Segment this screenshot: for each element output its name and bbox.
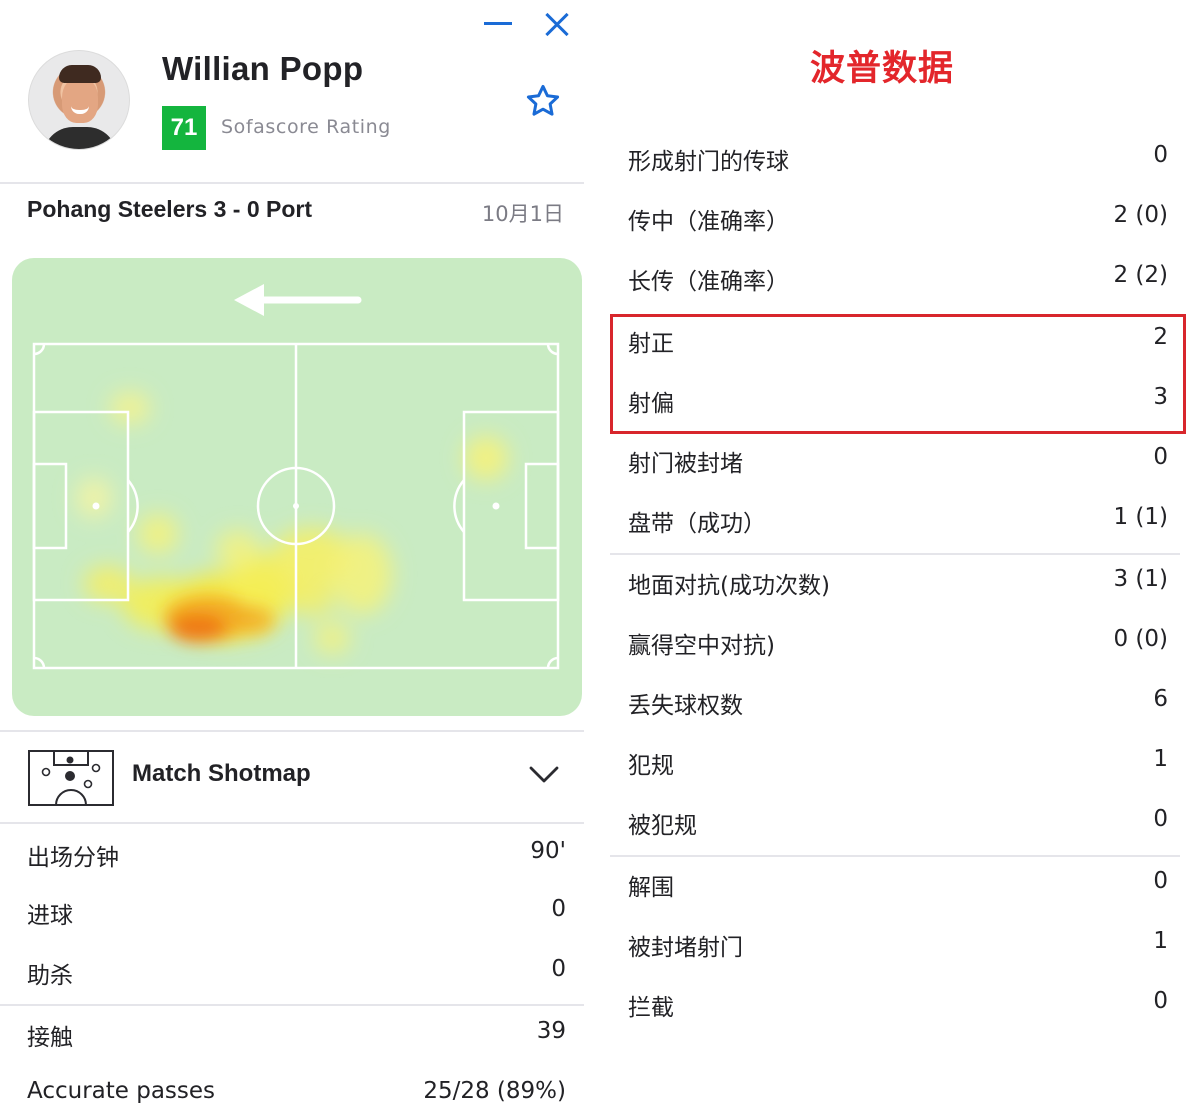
stat-row-key-passes: 形成射门的传球 0 [584, 130, 1200, 190]
stat-value: 90' [530, 838, 566, 864]
stat-value: 6 [1153, 686, 1168, 712]
star-icon[interactable] [524, 82, 562, 120]
stat-row-shots-off-target: 射偏 3 [584, 372, 1200, 432]
rating-label: Sofascore Rating [221, 116, 391, 138]
stat-row-touches: 接触 39 [0, 1004, 584, 1062]
stat-row-shots-blocked: 射门被封堵 0 [584, 432, 1200, 492]
panel-title: 波普数据 [809, 49, 954, 89]
stat-row-crosses: 传中（准确率） 2 (0) [584, 190, 1200, 250]
stat-label: 犯规 [628, 753, 674, 779]
stat-label: 射门被封堵 [628, 451, 743, 477]
stat-label: 助杀 [27, 963, 73, 989]
stat-label: 拦截 [628, 995, 674, 1021]
stat-row-shots-on-target: 射正 2 [584, 312, 1200, 372]
stat-value: 3 [1153, 384, 1168, 410]
stat-label: 解围 [628, 875, 674, 901]
stat-value: 0 [1153, 806, 1168, 832]
stat-label: 盘带（成功） [628, 511, 766, 537]
stat-row-possession-lost: 丢失球权数 6 [584, 674, 1200, 734]
stat-label: 进球 [27, 903, 73, 929]
stat-value: 0 [1153, 444, 1168, 470]
shotmap-icon [28, 750, 114, 806]
heatmap [12, 258, 582, 716]
stat-row-assists: 助杀 0 [0, 942, 584, 1000]
stat-label: 被犯规 [628, 813, 697, 839]
stat-label: 被封堵射门 [628, 935, 743, 961]
match-date: 10月1日 [481, 202, 564, 226]
stat-label: 丢失球权数 [628, 693, 743, 719]
stat-row-aerial-duels: 赢得空中对抗) 0 (0) [584, 614, 1200, 674]
match-shotmap-toggle[interactable]: Match Shotmap [0, 736, 584, 822]
stat-row-fouls: 犯规 1 [584, 734, 1200, 794]
stat-label: 出场分钟 [27, 845, 119, 871]
stat-row-was-fouled: 被犯规 0 [584, 794, 1200, 854]
divider [0, 730, 584, 732]
chevron-down-icon[interactable] [528, 762, 560, 786]
stat-value: 0 [551, 896, 566, 922]
player-card-panel: Willian Popp 71 Sofascore Rating Pohang … [0, 0, 584, 1108]
stat-row-dribbles: 盘带（成功） 1 (1) [584, 492, 1200, 552]
stat-value: 2 (0) [1113, 202, 1168, 228]
stat-label: 射偏 [628, 391, 674, 417]
stat-row-minutes-played: 出场分钟 90' [0, 824, 584, 882]
stat-row-ground-duels: 地面对抗(成功次数) 3 (1) [584, 554, 1200, 614]
stat-value: 25/28 (89%) [423, 1078, 566, 1104]
stat-value: 2 [1153, 324, 1168, 350]
stat-value: 0 [1153, 988, 1168, 1014]
player-avatar [28, 50, 130, 150]
stat-row-clearances: 解围 0 [584, 856, 1200, 916]
shotmap-label: Match Shotmap [132, 760, 311, 787]
stat-label: 接触 [27, 1025, 73, 1051]
close-icon[interactable] [540, 8, 574, 42]
stat-value: 3 (1) [1113, 566, 1168, 592]
stat-value: 39 [536, 1018, 566, 1044]
rating-badge: 71 [162, 106, 206, 150]
stat-row-long-balls: 长传（准确率） 2 (2) [584, 250, 1200, 310]
stat-label: Accurate passes [27, 1078, 216, 1104]
stat-row-blocked-shots: 被封堵射门 1 [584, 916, 1200, 976]
stat-value: 2 (2) [1113, 262, 1168, 288]
stat-label: 射正 [628, 331, 674, 357]
player-name: Willian Popp [162, 50, 364, 87]
stat-label: 传中（准确率） [628, 209, 789, 235]
stat-label: 地面对抗(成功次数) [628, 573, 830, 599]
stat-value: 1 [1153, 746, 1168, 772]
minimize-icon[interactable] [484, 22, 514, 26]
stat-row-goals: 进球 0 [0, 882, 584, 940]
divider [0, 182, 584, 184]
stat-value: 1 [1153, 928, 1168, 954]
stat-value: 0 [551, 956, 566, 982]
match-title[interactable]: Pohang Steelers 3 - 0 Port [27, 196, 312, 223]
stat-value: 0 [1153, 868, 1168, 894]
stat-value: 0 [1153, 142, 1168, 168]
stat-value: 1 (1) [1113, 504, 1168, 530]
stat-row-accurate-passes: Accurate passes 25/28 (89%) [0, 1064, 584, 1108]
stat-label: 赢得空中对抗) [628, 633, 775, 659]
stat-value: 0 (0) [1113, 626, 1168, 652]
stat-label: 长传（准确率） [628, 269, 789, 295]
stat-row-interceptions: 拦截 0 [584, 976, 1200, 1036]
stat-label: 形成射门的传球 [628, 149, 789, 175]
stats-detail-panel: 波普数据 形成射门的传球 0 传中（准确率） 2 (0) 长传（准确率） 2 (… [584, 0, 1200, 1108]
